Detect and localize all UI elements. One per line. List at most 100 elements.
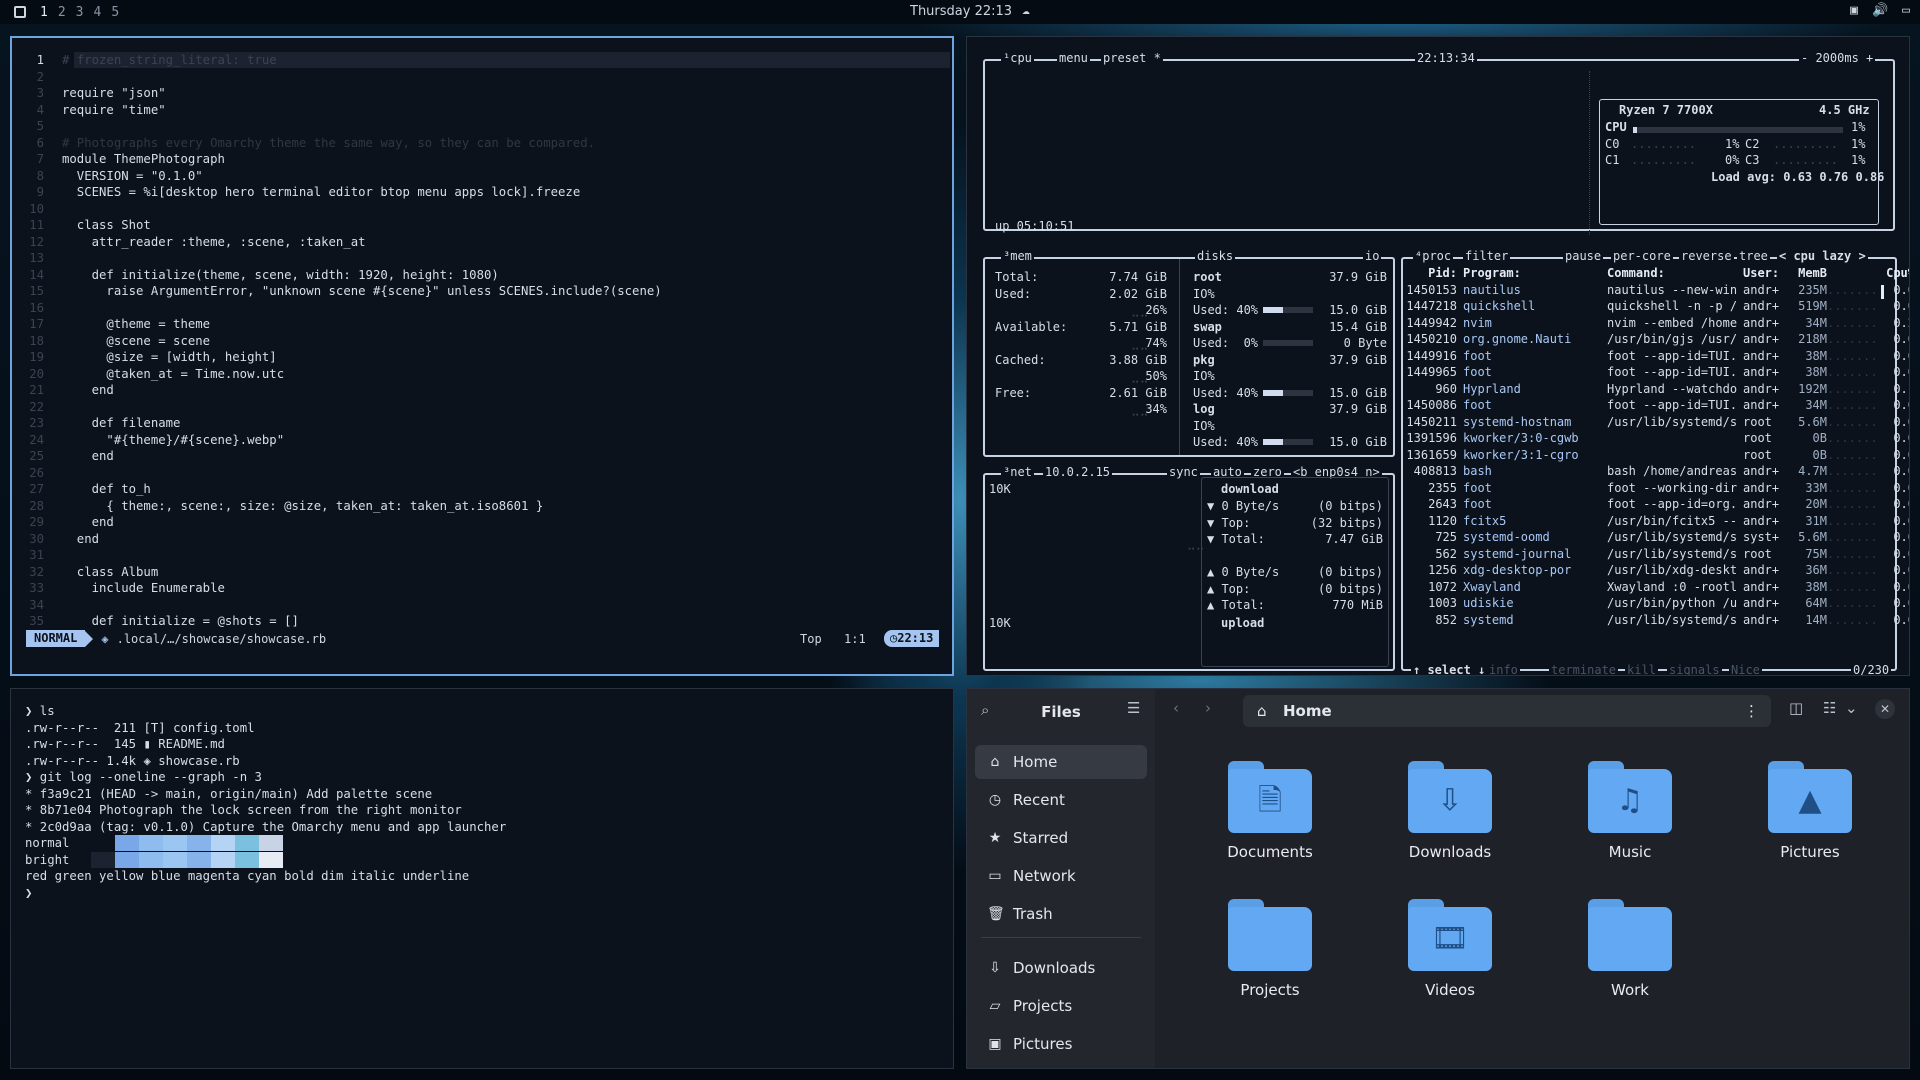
clock[interactable]: Thursday 22:13 [910, 4, 1012, 19]
proc-row[interactable]: 1447218 quickshell quickshell -n -p / andr+… [1365, 298, 1909, 315]
code-line[interactable]: 26 [20, 465, 662, 482]
view-list-icon[interactable]: ☷ [1823, 699, 1836, 717]
workspace-3[interactable]: 3 [76, 5, 84, 20]
folder-work[interactable]: Work [1555, 899, 1705, 999]
code-line[interactable]: 16 [20, 300, 662, 317]
proc-row[interactable]: 1361659 kworker/3:1-cgro root 0B....... 0.0 [1365, 447, 1909, 464]
proc-row[interactable]: 1003 udiskie/usr/bin/python /u andr+ 64M...… [1365, 595, 1909, 612]
proc-row[interactable]: 1449965 foot foot --app-id=TUI. andr+ 38M...… [1365, 364, 1909, 381]
proc-row[interactable]: 1450086 foot foot --app-id=TUI. andr+ 34M...… [1365, 397, 1909, 414]
code-line[interactable]: 29 end [20, 514, 662, 531]
io-toggle[interactable]: io [1363, 249, 1382, 263]
proc-header-row[interactable]: Pid: Program: Command: User: MemB Cpu% [1365, 265, 1909, 282]
proc-tree[interactable]: tree [1737, 249, 1770, 263]
proc-row[interactable]: 1449942 nvim nvim --embed /home andr+ 34M...… [1365, 315, 1909, 332]
folder-downloads[interactable]: ⇩ Downloads [1375, 761, 1525, 861]
folder-videos[interactable]: 🎞 Videos [1375, 899, 1525, 999]
proc-signals[interactable]: signals [1667, 663, 1722, 675]
code-line[interactable]: 6 # Photographs every Omarchy theme the s… [20, 135, 662, 152]
workspace-2[interactable]: 2 [58, 5, 66, 20]
path-bar[interactable]: ⌂ Home ⋮ [1243, 695, 1771, 727]
btop-window[interactable]: ¹cpu menu preset * 22:13:34 - 2000ms + u… [966, 36, 1910, 676]
sidebar-bookmark-pictures[interactable]: ▣ Pictures [975, 1027, 1147, 1061]
code-line[interactable]: 25 end [20, 448, 662, 465]
proc-row[interactable]: 1072 Xwayland Xwayland :0 -rootl andr+ 38M..… [1365, 579, 1909, 596]
sidebar-bookmark-projects[interactable]: ▱ Projects [975, 989, 1147, 1023]
proc-info[interactable]: info [1487, 663, 1520, 675]
proc-sort[interactable]: < cpu lazy > [1777, 249, 1868, 263]
code-line[interactable]: 33 include Enumerable [20, 580, 662, 597]
proc-kill[interactable]: kill [1625, 663, 1658, 675]
path-menu-icon[interactable]: ⋮ [1744, 695, 1759, 727]
screen-icon[interactable]: ▣ [1850, 3, 1858, 18]
close-icon[interactable]: ✕ [1875, 699, 1895, 719]
sidebar-item-home[interactable]: ⌂ Home [975, 745, 1147, 779]
proc-row[interactable]: 1120 fcitx5/usr/bin/fcitx5 -- andr+ 31M....… [1365, 513, 1909, 530]
proc-select[interactable]: ↑ select ↓ [1411, 663, 1488, 675]
folder-projects[interactable]: Projects [1195, 899, 1345, 999]
proc-row[interactable]: 725 systemd-oomd/usr/lib/systemd/s syst+ 5.… [1365, 529, 1909, 546]
proc-row[interactable]: 408813 bash bash /home/andreas andr+ 4.7M...… [1365, 463, 1909, 480]
proc-terminate[interactable]: terminate [1549, 663, 1619, 675]
folder-pictures[interactable]: ▲ Pictures [1735, 761, 1885, 861]
code-line[interactable]: 27 def to_h [20, 481, 662, 498]
proc-row[interactable]: 1450211 systemd-hostnam/usr/lib/systemd/s… [1365, 414, 1909, 431]
sidebar-item-recent[interactable]: ◷ Recent [975, 783, 1147, 817]
new-folder-icon[interactable]: ◫ [1789, 699, 1803, 717]
interval-control[interactable]: - 2000ms + [1799, 51, 1876, 65]
menu-button[interactable]: menu [1057, 51, 1090, 65]
forward-icon[interactable]: › [1205, 699, 1211, 717]
workspace-5[interactable]: 5 [111, 5, 119, 20]
code-line[interactable]: 7 module ThemePhotograph [20, 151, 662, 168]
code-line[interactable]: 19 @size = [width, height] [20, 349, 662, 366]
code-line[interactable]: 18 @scene = scene [20, 333, 662, 350]
code-line[interactable]: 8 VERSION = "0.1.0" [20, 168, 662, 185]
editor-window[interactable]: 1 # frozen_string_literal: true 2 3 require … [10, 36, 954, 676]
code-line[interactable]: 4 require "time" [20, 102, 662, 119]
terminal-output[interactable]: ❯ ls .rw-r--r-- 211 [T] config.toml .rw-r-… [25, 703, 506, 901]
folder-documents[interactable]: 🗎 Documents [1195, 761, 1345, 861]
sidebar-bookmark-downloads[interactable]: ⇩ Downloads [975, 951, 1147, 985]
proc-row[interactable]: 2643 foot foot --app-id=org. andr+ 20M......… [1365, 496, 1909, 513]
hamburger-menu-icon[interactable]: ☰ [1127, 699, 1140, 717]
process-table[interactable]: Pid: Program: Command: User: MemB Cpu% 1450153… [967, 265, 1909, 629]
proc-row[interactable]: 960 Hyprland Hyprland --watchdo andr+ 192M..… [1365, 381, 1909, 398]
proc-row[interactable]: 1450153 nautilus nautilus --new-win andr+ 23… [1365, 282, 1909, 299]
folder-music[interactable]: ♫ Music [1555, 761, 1705, 861]
proc-row[interactable]: 1256 xdg-desktop-por/usr/lib/xdg-deskt and… [1365, 562, 1909, 579]
workspace-icon[interactable] [14, 6, 26, 18]
sidebar-item-trash[interactable]: 🗑 Trash [975, 897, 1147, 931]
view-options-icon[interactable]: ⌄ [1845, 699, 1858, 717]
code-line[interactable]: 20 @taken_at = Time.now.utc [20, 366, 662, 383]
proc-row[interactable]: 562 systemd-journal/usr/lib/systemd/s root… [1365, 546, 1909, 563]
workspace-4[interactable]: 4 [93, 5, 101, 20]
code-line[interactable]: 3 require "json" [20, 85, 662, 102]
code-line[interactable]: 9 SCENES = %i[desktop hero terminal edit… [20, 184, 662, 201]
display-icon[interactable]: ▭ [1902, 3, 1910, 18]
code-line[interactable]: 10 [20, 201, 662, 218]
code-line[interactable]: 11 class Shot [20, 217, 662, 234]
code-line[interactable]: 17 @theme = theme [20, 316, 662, 333]
proc-scrollbar[interactable] [1881, 285, 1884, 299]
code-line[interactable]: 30 end [20, 531, 662, 548]
proc-nice[interactable]: Nice [1729, 663, 1762, 675]
proc-row[interactable]: 1391596 kworker/3:0-cgwb root 0B....... 0.0 [1365, 430, 1909, 447]
proc-reverse[interactable]: reverse [1679, 249, 1734, 263]
files-window[interactable]: ⌕ Files ☰ ⌂ Home ◷ Recent ★ Starred ▭ Network 🗑 T… [966, 688, 1910, 1069]
proc-per-core[interactable]: per-core [1611, 249, 1673, 263]
code-line[interactable]: 15 raise ArgumentError, "unknown scene #… [20, 283, 661, 300]
proc-row[interactable]: 1449916 foot foot --app-id=TUI. andr+ 38M...… [1365, 348, 1909, 365]
code-buffer[interactable]: 1 # frozen_string_literal: true 2 3 require … [20, 52, 662, 630]
code-line[interactable]: 23 def filename [20, 415, 662, 432]
proc-row[interactable]: 852 systemd/usr/lib/systemd/s andr+ 14M....… [1365, 612, 1909, 629]
proc-filter[interactable]: filter [1463, 249, 1511, 263]
code-line[interactable]: 2 [20, 69, 662, 86]
preset-button[interactable]: preset * [1101, 51, 1163, 65]
proc-row[interactable]: 2355 foot foot --working-dir andr+ 33M......… [1365, 480, 1909, 497]
back-icon[interactable]: ‹ [1173, 699, 1179, 717]
workspace-1[interactable]: 1 [40, 5, 48, 20]
code-line[interactable]: 22 [20, 399, 662, 416]
code-line[interactable]: 34 [20, 597, 662, 614]
code-line[interactable]: 13 [20, 250, 662, 267]
code-line[interactable]: 31 [20, 547, 662, 564]
